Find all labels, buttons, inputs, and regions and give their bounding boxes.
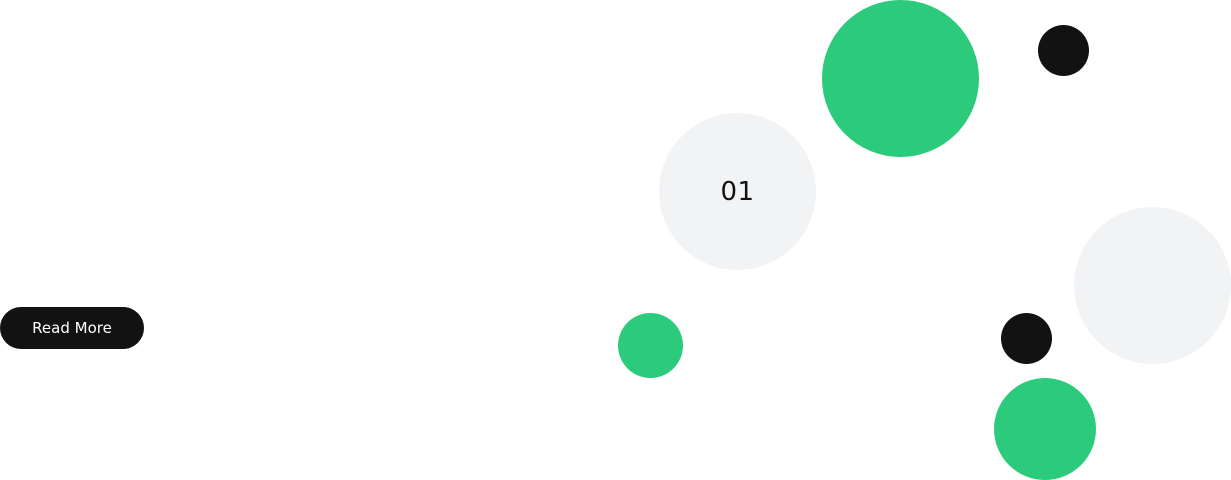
decorative-green-circle-small [618, 313, 683, 378]
decorative-green-circle-large [822, 0, 979, 157]
step-number: 01 [720, 176, 755, 207]
read-more-button[interactable]: Read More [0, 307, 144, 349]
step-number-circle: 01 [659, 113, 816, 270]
decorative-dark-circle-top [1038, 25, 1089, 76]
decorative-light-circle-right [1074, 207, 1231, 364]
decorative-dark-circle-bottom [1001, 313, 1052, 364]
decorative-green-circle-medium [994, 378, 1096, 480]
